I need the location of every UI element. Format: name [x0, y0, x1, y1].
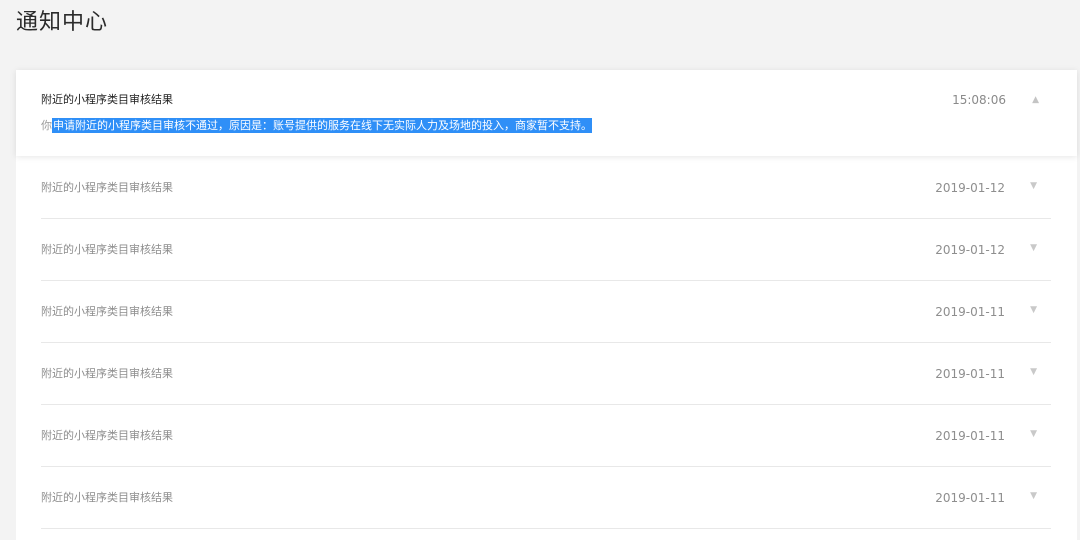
notification-title: 附近的小程序类目审核结果: [41, 243, 173, 256]
notification-title: 附近的小程序类目审核结果: [41, 491, 173, 504]
page-title: 通知中心: [16, 10, 109, 35]
chevron-down-icon[interactable]: ▼: [1030, 366, 1037, 378]
notification-date: 2019-01-12: [935, 243, 1005, 257]
notification-date: 2019-01-11: [935, 429, 1005, 443]
chevron-down-icon[interactable]: ▼: [1030, 304, 1037, 316]
notification-date: 2019-01-11: [935, 305, 1005, 319]
chevron-up-icon[interactable]: ▲: [1032, 94, 1039, 106]
notification-item[interactable]: 附近的小程序类目审核结果 2019-01-11 ▼: [41, 281, 1051, 343]
chevron-down-icon[interactable]: ▼: [1030, 242, 1037, 254]
notification-time: 15:08:06: [952, 93, 1006, 107]
notification-title: 附近的小程序类目审核结果: [41, 93, 173, 106]
chevron-down-icon[interactable]: ▼: [1030, 180, 1037, 192]
notification-title: 附近的小程序类目审核结果: [41, 181, 173, 194]
notification-item[interactable]: 附近的小程序类目审核结果 2019-01-11 ▼: [41, 405, 1051, 467]
notification-item[interactable]: 附近的小程序类目审核结果 2019-01-11 ▼: [41, 467, 1051, 529]
content-prefix: 你: [41, 119, 52, 132]
notification-item-expanded[interactable]: 附近的小程序类目审核结果 15:08:06 ▲ 你申请附近的小程序类目审核不通过…: [16, 70, 1077, 156]
notification-date: 2019-01-11: [935, 491, 1005, 505]
notification-item[interactable]: 附近的小程序类目审核结果 2019-01-11 ▼: [41, 343, 1051, 405]
notification-content: 你申请附近的小程序类目审核不通过，原因是：账号提供的服务在线下无实际人力及场地的…: [41, 118, 592, 134]
notification-title: 附近的小程序类目审核结果: [41, 367, 173, 380]
selected-content-text: 申请附近的小程序类目审核不通过，原因是：账号提供的服务在线下无实际人力及场地的投…: [52, 118, 592, 133]
notification-date: 2019-01-12: [935, 181, 1005, 195]
notification-item[interactable]: 附近的小程序类目审核结果 2019-01-12 ▼: [41, 219, 1051, 281]
chevron-down-icon[interactable]: ▼: [1030, 428, 1037, 440]
notification-list: 附近的小程序类目审核结果 2019-01-12 ▼ 附近的小程序类目审核结果 2…: [41, 157, 1051, 529]
notification-title: 附近的小程序类目审核结果: [41, 429, 173, 442]
notification-panel: 附近的小程序类目审核结果 15:08:06 ▲ 你申请附近的小程序类目审核不通过…: [16, 70, 1077, 540]
chevron-down-icon[interactable]: ▼: [1030, 490, 1037, 502]
notification-item[interactable]: 附近的小程序类目审核结果 2019-01-12 ▼: [41, 157, 1051, 219]
notification-title: 附近的小程序类目审核结果: [41, 305, 173, 318]
notification-date: 2019-01-11: [935, 367, 1005, 381]
